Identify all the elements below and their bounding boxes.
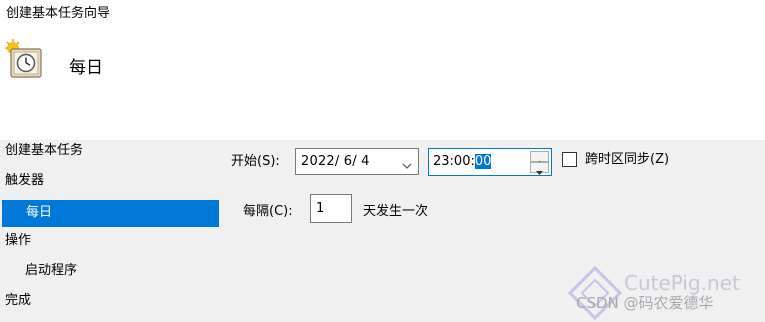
recur-days-value: 1 xyxy=(316,201,325,216)
sidebar-item-create-basic-task[interactable]: 创建基本任务 xyxy=(5,142,83,160)
sidebar-item-start-program[interactable]: 启动程序 xyxy=(25,262,77,280)
window-title: 创建基本任务向导 xyxy=(6,6,111,21)
recur-suffix-label: 天发生一次 xyxy=(363,204,429,219)
start-date-picker[interactable]: 2022/ 6/ 4 xyxy=(295,148,419,175)
sync-timezone-checkbox[interactable] xyxy=(562,152,577,167)
page-title: 每日 xyxy=(69,58,103,78)
sidebar-item-daily[interactable]: 每日 xyxy=(2,200,219,227)
start-label: 开始(S): xyxy=(231,154,280,169)
recur-label: 每隔(C): xyxy=(243,204,293,219)
spin-up-button[interactable] xyxy=(530,151,549,165)
scheduled-task-clock-icon xyxy=(5,39,43,79)
start-time-seconds-selected: 00 xyxy=(474,154,492,169)
start-time-field[interactable]: 23:00:00 xyxy=(428,148,552,176)
spin-down-button[interactable] xyxy=(530,162,549,175)
recur-days-input[interactable]: 1 xyxy=(310,194,352,223)
time-spinner[interactable] xyxy=(530,151,549,175)
chevron-down-icon[interactable] xyxy=(402,156,412,169)
chevron-down-icon xyxy=(536,171,543,175)
sidebar-item-daily-label: 每日 xyxy=(26,205,53,220)
wizard-body: 创建基本任务 触发器 每日 操作 启动程序 完成 开始(S): 2022/ 6/… xyxy=(0,140,765,322)
sidebar-item-finish[interactable]: 完成 xyxy=(5,292,31,310)
sidebar-item-trigger[interactable]: 触发器 xyxy=(5,172,44,190)
start-time-value: 23:00: xyxy=(433,154,475,169)
sidebar-item-action[interactable]: 操作 xyxy=(5,232,31,250)
start-date-value: 2022/ 6/ 4 xyxy=(301,154,370,169)
sync-timezone-label[interactable]: 跨时区同步(Z) xyxy=(585,151,669,169)
